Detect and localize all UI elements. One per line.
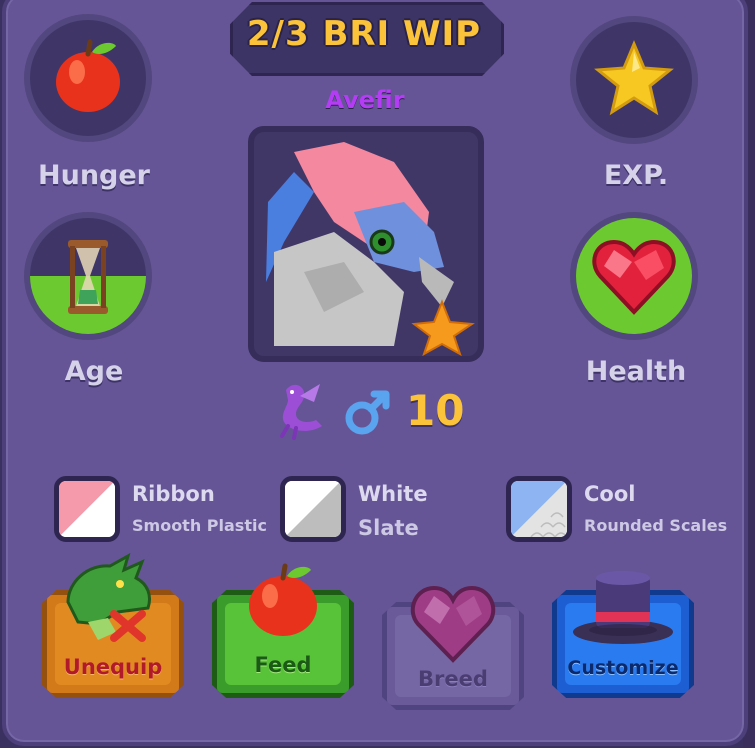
color-material-3: Rounded Scales [584,516,728,535]
panel-title: 2/3 BRI WIP [246,14,482,54]
avefir-creature-image [266,142,475,357]
age-stat[interactable] [24,212,152,340]
dragon-head-unequip-icon [66,552,151,642]
species-icon [266,376,330,440]
gender-icon [340,384,396,440]
exp-stat[interactable] [570,16,698,144]
customize-label: Customize [567,657,679,679]
creature-portrait [248,126,484,362]
creature-level: 10 [406,386,465,435]
creature-name: Avefir [325,86,405,114]
exp-label: EXP. [603,160,669,191]
purple-dragon-icon [280,384,322,440]
heart-gem-icon [592,239,676,315]
top-hat-customize-icon [573,571,673,644]
heart-gem-breed-icon [410,585,496,663]
unequip-label: Unequip [63,655,163,679]
color-swatch-ribbon[interactable] [54,476,120,542]
hunger-label: Hunger [38,160,150,191]
hunger-stat[interactable] [24,14,152,142]
ribbon-swatch-fill [59,481,115,537]
hourglass-icon [68,240,108,314]
white-swatch-fill [285,481,341,537]
color-name-3: Cool [584,482,636,506]
apple-feed-icon [249,563,317,636]
color-material-2: Slate [358,516,419,540]
apple-icon [56,39,120,112]
health-stat[interactable] [570,212,698,340]
color-name-2: White [358,482,428,506]
star-icon [594,40,674,116]
health-label: Health [585,356,687,387]
age-label: Age [64,356,124,387]
male-symbol-icon [345,390,390,435]
color-swatch-white[interactable] [280,476,346,542]
color-material-1: Smooth Plastic [132,516,267,535]
color-name-1: Ribbon [132,482,215,506]
breed-label: Breed [418,667,488,691]
cool-swatch-fill [511,481,567,537]
color-swatch-cool[interactable] [506,476,572,542]
feed-label: Feed [254,653,312,677]
